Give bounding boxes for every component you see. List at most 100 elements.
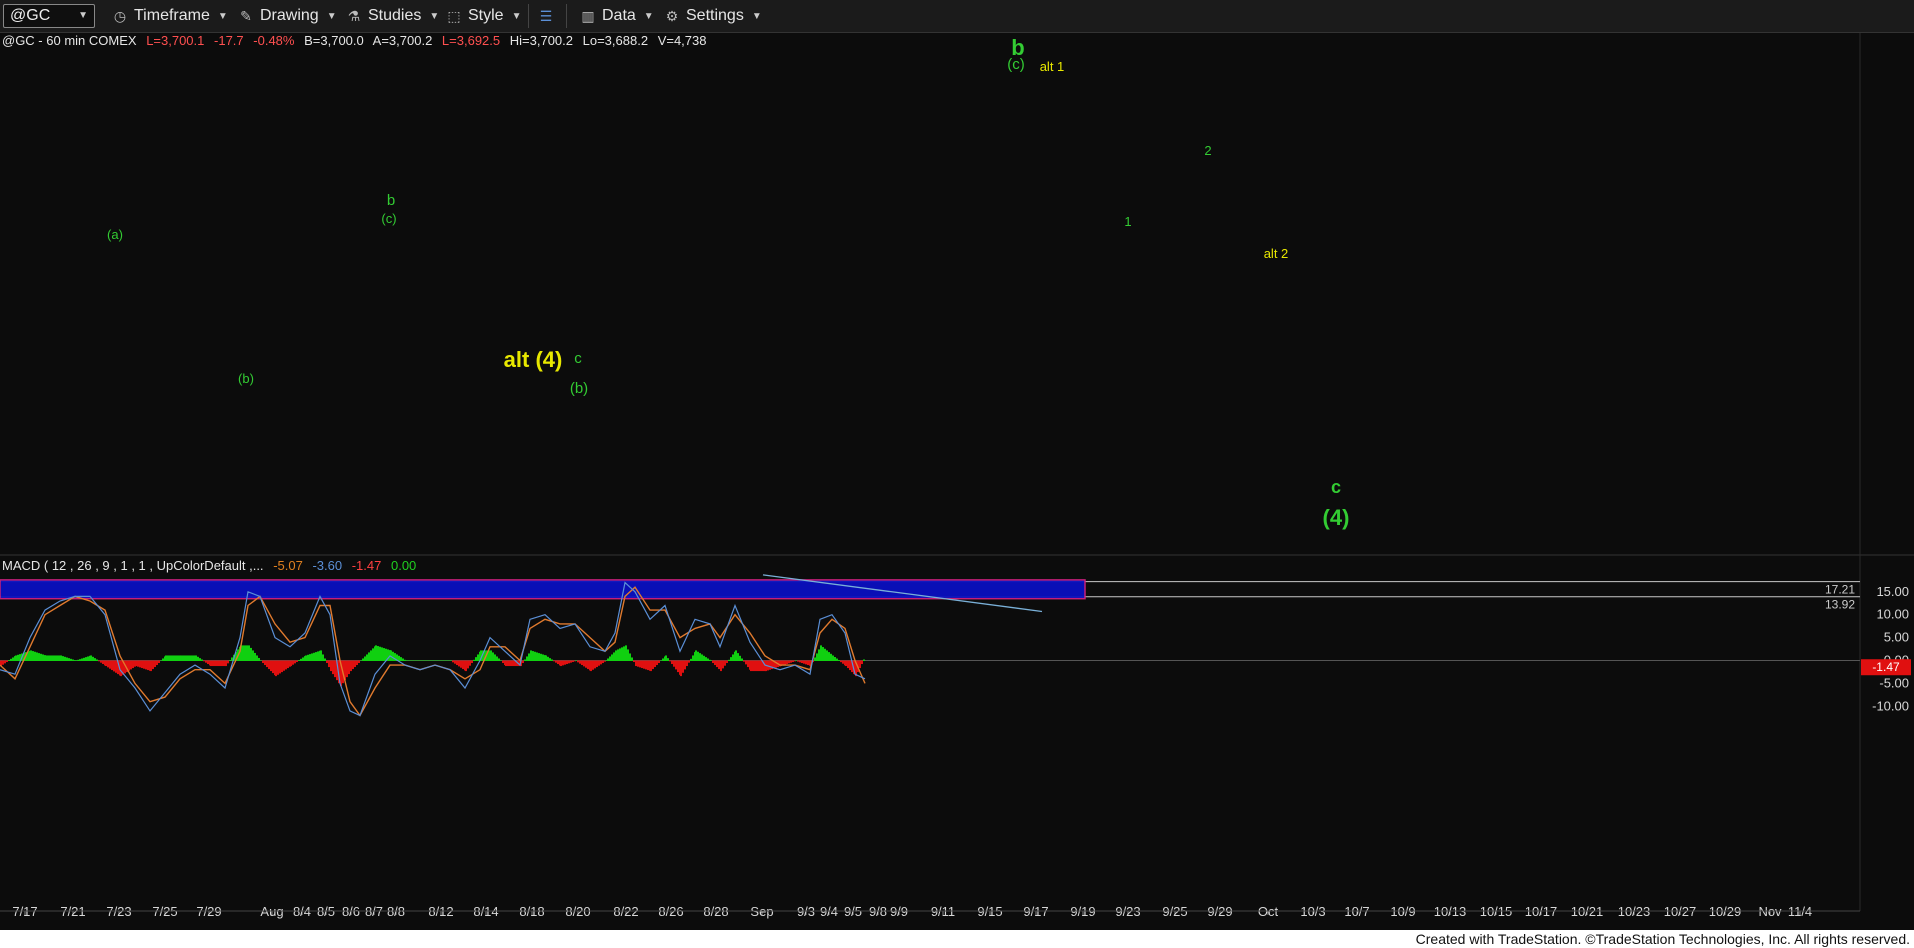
macd-histogram-bar (322, 654, 324, 661)
macd-histogram-bar (266, 660, 268, 668)
macd-histogram-bar (712, 660, 714, 664)
macd-histogram-bar (859, 660, 861, 669)
pencil-icon: ✎ (240, 8, 252, 24)
macd-histogram-bar (686, 660, 688, 667)
chevron-down-icon[interactable]: ▼ (78, 10, 88, 21)
chevron-down-icon: ▼ (429, 10, 440, 22)
chart-area[interactable]: 138.20% (3,807.0)123.60% (3,758.7)123.60… (0, 33, 1914, 930)
macd-histogram-bar (218, 660, 220, 667)
macd-histogram-bar (270, 660, 272, 672)
macd-histogram-bar (828, 652, 830, 661)
studies-menu[interactable]: ⚗ Studies ▼ (344, 0, 440, 32)
macd-histogram-bar (175, 655, 177, 661)
macd-panel: 17.2113.92 (0, 574, 1860, 717)
macd-histogram-bar (627, 649, 629, 661)
macd-histogram-bar (692, 655, 694, 661)
macd-histogram-bar (105, 660, 107, 667)
macd-histogram-bar (826, 650, 828, 661)
macd-histogram-bar (605, 660, 607, 661)
macd-histogram-bar (260, 660, 262, 661)
macd-histogram-bar (413, 660, 415, 661)
macd-histogram-bar (602, 660, 604, 664)
macd-histogram-bar (502, 660, 504, 664)
macd-histogram-bar (652, 660, 654, 670)
macd-histogram-bar (724, 660, 726, 666)
macd-histogram-bar (718, 660, 720, 670)
macd-histogram-bar (555, 660, 557, 663)
macd-histogram-bar (216, 660, 218, 667)
macd-histogram-bar (707, 658, 709, 661)
drawing-menu[interactable]: ✎ Drawing ▼ (236, 0, 336, 32)
macd-histogram-bar (415, 660, 417, 661)
macd-histogram-bar (557, 660, 559, 665)
macd-histogram-bar (360, 660, 362, 661)
macd-histogram-bar (680, 660, 682, 677)
macd-histogram-bar (186, 655, 188, 661)
macd-histogram-bar (72, 659, 74, 661)
macd-histogram-bar (348, 660, 350, 675)
macd-histogram-bar (53, 655, 55, 661)
macd-histogram-bar (182, 655, 184, 661)
macd-histogram-bar (697, 651, 699, 661)
macd-histogram-bar (635, 660, 637, 667)
timeframe-menu[interactable]: ◷ Timeframe ▼ (110, 0, 228, 32)
macd-histogram-bar (654, 660, 656, 668)
macd-histogram-bar (45, 655, 47, 661)
settings-menu[interactable]: ⚙ Settings ▼ (662, 0, 762, 32)
macd-histogram-bar (264, 660, 266, 666)
macd-histogram-bar (171, 655, 173, 661)
macd-histogram-bar (40, 653, 42, 661)
macd-histogram-bar (799, 660, 801, 663)
macd-histogram-bar (566, 660, 568, 665)
macd-histogram-bar (684, 660, 686, 670)
toolbar-divider (566, 4, 567, 28)
macd-histogram-bar (805, 660, 807, 665)
macd-histogram-bar (169, 655, 171, 661)
macd-histogram-bar (203, 660, 205, 662)
macd-histogram-bar (562, 660, 564, 666)
macd-histogram-bar (250, 647, 252, 661)
macd-histogram-bar (849, 660, 851, 671)
macd-histogram-bar (716, 660, 718, 668)
macd-histogram-bar (788, 660, 790, 664)
macd-histogram-bar (662, 658, 664, 661)
macd-histogram-bar (814, 657, 816, 661)
macd-histogram-bar (797, 660, 799, 662)
macd-histogram-bar (285, 660, 287, 670)
macd-histogram-bar (824, 648, 826, 661)
macd-histogram-bar (156, 660, 158, 666)
macd-histogram-bar (703, 655, 705, 661)
macd-header: MACD ( 12 , 26 , 9 , 1 , 1 , UpColorDefa… (2, 558, 416, 573)
macd-histogram-bar (754, 660, 756, 672)
macd-histogram-bar (658, 660, 660, 664)
macd-histogram-bar (34, 651, 36, 661)
macd-histogram-bar (356, 660, 358, 666)
macd-histogram-bar (281, 660, 283, 673)
symbol-input[interactable]: @GC ▼ (3, 4, 95, 28)
macd-histogram-bar (85, 657, 87, 661)
macd-histogram-bar (500, 660, 502, 661)
macd-tick-label: 15.00 (1876, 584, 1909, 599)
macd-histogram-bar (10, 658, 12, 661)
macd-histogram-bar (551, 659, 553, 661)
macd-histogram-bar (362, 658, 364, 661)
macd-histogram-bar (15, 655, 17, 661)
layout-button[interactable]: ☰ (536, 0, 560, 32)
wave-label: 2 (1204, 143, 1211, 158)
macd-histogram-bar (4, 660, 6, 664)
macd-histogram-bar (710, 660, 712, 661)
macd-histogram-bar (667, 658, 669, 661)
macd-histogram-bar (113, 660, 115, 672)
macd-histogram-bar (553, 660, 555, 662)
macd-histogram-bar (598, 660, 600, 666)
macd-histogram-bar (498, 658, 500, 661)
macd-histogram-bar (473, 659, 475, 661)
macd-histogram-bar (107, 660, 109, 668)
style-menu[interactable]: ⬚ Style ▼ (444, 0, 521, 32)
macd-histogram-bar (167, 655, 169, 661)
macd-tick-label: 5.00 (1884, 630, 1909, 645)
macd-histogram-bar (227, 660, 229, 664)
macd-histogram-bar (530, 650, 532, 661)
wave-label: alt 1 (1040, 59, 1065, 74)
data-menu[interactable]: ▥ Data ▼ (578, 0, 653, 32)
